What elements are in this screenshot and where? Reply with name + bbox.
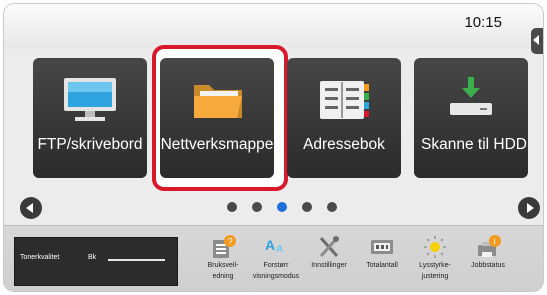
user-guide-label-1: Bruksveil- (207, 262, 239, 269)
tile-ftp-desktop[interactable]: FTP/skrivebord (33, 58, 147, 178)
tile-label: Nettverksmappe (160, 136, 274, 153)
brightness-button[interactable]: Lysstyrke- justering (409, 234, 461, 281)
bottom-toolbar: Tonerkvalitet Bk ? Bruksveil- edning A A… (4, 225, 543, 291)
tile-address-book[interactable]: Adressebok (287, 58, 401, 178)
tile-scan-to-hdd[interactable]: Skanne til HDD (414, 58, 528, 178)
toner-label: Tonerkvalitet (20, 254, 60, 261)
svg-text:A: A (276, 244, 283, 255)
tile-label: Skanne til HDD (421, 136, 527, 153)
user-guide-label-2: edning (212, 272, 234, 280)
arrow-left-icon (26, 203, 33, 213)
arrow-right-icon (527, 203, 534, 213)
tools-icon (319, 236, 339, 257)
address-book-icon (320, 81, 369, 119)
hdd-download-icon (450, 77, 492, 115)
svg-text:?: ? (228, 237, 233, 247)
settings-button[interactable]: Innstillinger (303, 234, 355, 271)
brightness-icon (424, 236, 446, 258)
total-count-button[interactable]: Totalantall (356, 234, 408, 271)
user-guide-button[interactable]: ? Bruksveil- edning (197, 234, 249, 281)
home-screen: 10:15 FTP/skrivebord Nettverksmappe Adre… (4, 4, 543, 291)
user-guide-icon: ? (213, 235, 236, 258)
job-status-icon: i (478, 235, 501, 257)
tile-label: FTP/skrivebord (37, 136, 143, 153)
magnify-text-icon: A A (265, 237, 283, 255)
page-dot[interactable] (302, 202, 312, 212)
job-status-label: Jobbstatus (471, 262, 505, 269)
magnify-label-1: Forstørr (263, 262, 289, 269)
chevron-left-icon (533, 35, 539, 45)
page-dot[interactable] (227, 202, 237, 212)
brightness-label-1: Lysstyrke- (419, 262, 451, 269)
folder-icon (194, 85, 242, 118)
tile-label: Adressebok (303, 136, 385, 153)
page-dot[interactable] (252, 202, 262, 212)
svg-text:i: i (494, 237, 496, 247)
status-bar: 10:15 (4, 4, 543, 49)
tile-network-folder[interactable]: Nettverksmappe (160, 58, 274, 178)
page-dot[interactable] (327, 202, 337, 212)
side-panel-toggle[interactable] (531, 28, 543, 54)
job-status-button[interactable]: i Jobbstatus (462, 234, 514, 271)
total-count-label: Totalantall (366, 262, 398, 269)
toner-level-bar (108, 259, 165, 261)
next-page-button[interactable] (518, 197, 540, 219)
toner-status-panel: Tonerkvalitet Bk (14, 237, 178, 286)
counter-icon (371, 240, 393, 254)
previous-page-button[interactable] (20, 197, 42, 219)
monitor-icon (64, 78, 116, 121)
settings-label: Innstillinger (311, 262, 347, 269)
page-dot-active[interactable] (277, 202, 287, 212)
toner-color-label: Bk (88, 254, 97, 261)
svg-text:A: A (265, 237, 275, 253)
magnify-display-button[interactable]: A A Forstørr visningsmodus (250, 234, 302, 281)
brightness-label-2: justering (421, 272, 449, 280)
magnify-label-2: visningsmodus (252, 272, 300, 280)
clock: 10:15 (464, 14, 502, 31)
